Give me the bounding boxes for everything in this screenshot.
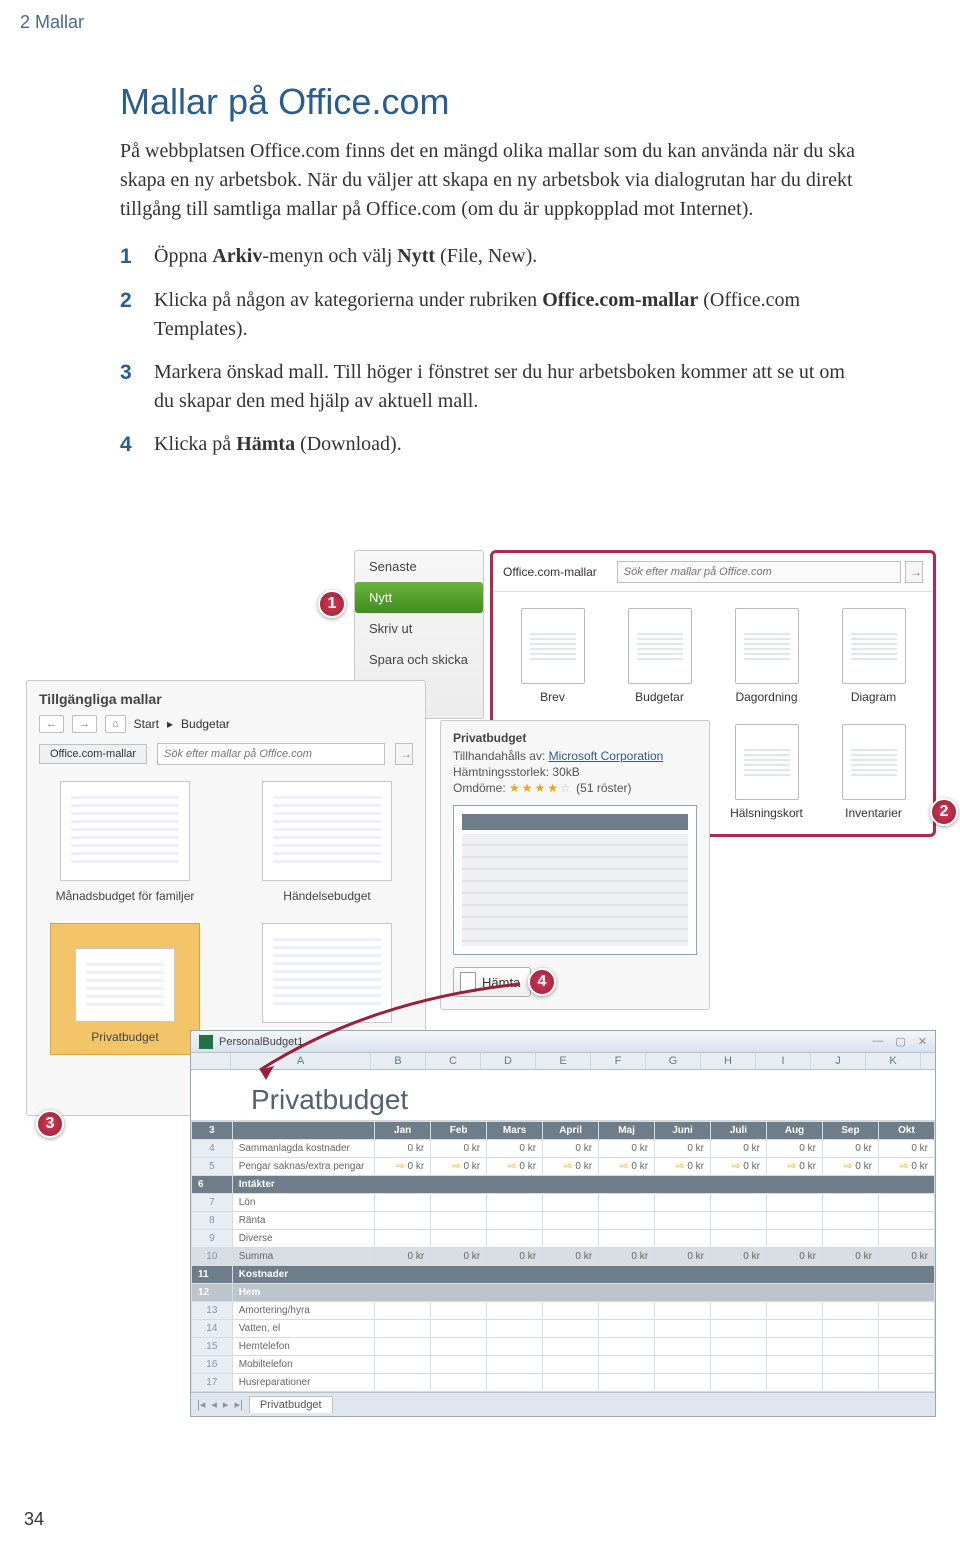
maximize-icon[interactable]: ▢ xyxy=(895,1035,905,1048)
sheet-nav-next-icon[interactable]: ▸ xyxy=(223,1398,229,1411)
forward-icon[interactable]: → xyxy=(72,715,97,733)
menu-item-save-send[interactable]: Spara och skicka xyxy=(355,644,483,675)
sheet-nav-prev-icon[interactable]: ◂ xyxy=(211,1398,217,1411)
instruction-list: 1 Öppna Arkiv-menyn och välj Nytt (File,… xyxy=(120,242,860,461)
sheet-tab[interactable]: Privatbudget xyxy=(249,1396,333,1413)
template-thumb-icon xyxy=(735,724,799,800)
page-header: 2 Mallar xyxy=(0,0,960,41)
step-text: Markera önskad mall. Till höger i fönstr… xyxy=(154,358,860,416)
template-thumb-icon xyxy=(521,608,585,684)
template-thumb-icon xyxy=(842,724,906,800)
page-number: 34 xyxy=(24,1509,44,1530)
detail-preview xyxy=(453,805,697,955)
minimize-icon[interactable]: — xyxy=(872,1035,883,1048)
gallery-category[interactable]: Brev xyxy=(499,602,606,718)
gallery-category[interactable]: Hälsningskort xyxy=(713,718,820,834)
sheet-title: Privatbudget xyxy=(191,1070,935,1121)
template-detail-panel: Privatbudget Tillhandahålls av: Microsof… xyxy=(440,720,710,1010)
template-item[interactable]: Månadsbudget för familjer xyxy=(39,781,211,903)
step-number: 2 xyxy=(120,286,154,344)
callout-1: 1 xyxy=(318,590,346,618)
breadcrumb: ← → ⌂ Start ▸ Budgetar xyxy=(39,715,413,733)
download-button[interactable]: Hämta xyxy=(453,967,531,997)
excel-icon xyxy=(199,1035,213,1049)
gallery-search-input[interactable] xyxy=(617,561,901,583)
gallery-category[interactable]: Budgetar xyxy=(606,602,713,718)
filter-tag[interactable]: Office.com-mallar xyxy=(39,744,147,764)
menu-item-new[interactable]: Nytt xyxy=(355,582,483,613)
step-number: 1 xyxy=(120,242,154,272)
gallery-heading: Office.com-mallar xyxy=(503,565,597,579)
step-text: Klicka på Hämta (Download). xyxy=(154,430,860,460)
callout-3: 3 xyxy=(36,1110,64,1138)
provider-link[interactable]: Microsoft Corporation xyxy=(549,749,664,763)
callout-2: 2 xyxy=(930,798,958,826)
excel-window: PersonalBudget1 — ▢ ✕ ABCDEFGHIJK Privat… xyxy=(190,1030,936,1417)
crumb-start[interactable]: Start xyxy=(134,717,159,731)
star-rating-icon: ★★★★☆ xyxy=(509,781,573,795)
column-headers: ABCDEFGHIJK xyxy=(191,1053,935,1070)
template-thumb-icon xyxy=(628,608,692,684)
template-item-selected[interactable]: Privatbudget xyxy=(39,923,211,1055)
gallery-category[interactable]: Inventarier xyxy=(820,718,927,834)
step-number: 3 xyxy=(120,358,154,416)
detail-title: Privatbudget xyxy=(453,731,697,745)
search-go-icon[interactable]: → xyxy=(905,561,923,583)
template-thumb-icon xyxy=(75,948,175,1022)
chevron-right-icon: ▸ xyxy=(167,717,173,731)
menu-item-print[interactable]: Skriv ut xyxy=(355,613,483,644)
left-title: Tillgängliga mallar xyxy=(39,691,413,707)
template-thumb-icon xyxy=(262,923,392,1023)
template-thumb-icon xyxy=(60,781,190,881)
gallery-category[interactable]: Dagordning xyxy=(713,602,820,718)
template-thumb-icon xyxy=(735,608,799,684)
sheet-nav-first-icon[interactable]: |◂ xyxy=(197,1398,205,1411)
sheet-nav-last-icon[interactable]: ▸| xyxy=(234,1398,242,1411)
step-text: Klicka på någon av kategorierna under ru… xyxy=(154,286,860,344)
document-icon xyxy=(460,972,476,992)
gallery-category[interactable]: Diagram xyxy=(820,602,927,718)
crumb-category[interactable]: Budgetar xyxy=(181,717,230,731)
template-thumb-icon xyxy=(842,608,906,684)
spreadsheet-grid[interactable]: 3JanFebMarsAprilMajJuniJuliAugSepOkt4Sam… xyxy=(191,1121,935,1392)
menu-item-recent[interactable]: Senaste xyxy=(355,551,483,582)
template-item[interactable]: Händelsebudget xyxy=(241,781,413,903)
intro-paragraph: På webbplatsen Office.com finns det en m… xyxy=(120,137,860,224)
step-number: 4 xyxy=(120,430,154,460)
left-search-input[interactable] xyxy=(157,743,385,765)
window-title: PersonalBudget1 xyxy=(219,1036,303,1048)
section-title: Mallar på Office.com xyxy=(120,81,960,123)
home-icon[interactable]: ⌂ xyxy=(105,715,126,733)
template-thumb-icon xyxy=(262,781,392,881)
step-text: Öppna Arkiv-menyn och välj Nytt (File, N… xyxy=(154,242,860,272)
search-go-icon[interactable]: → xyxy=(395,743,413,765)
close-icon[interactable]: ✕ xyxy=(918,1035,927,1048)
callout-4: 4 xyxy=(528,968,556,996)
back-icon[interactable]: ← xyxy=(39,715,64,733)
